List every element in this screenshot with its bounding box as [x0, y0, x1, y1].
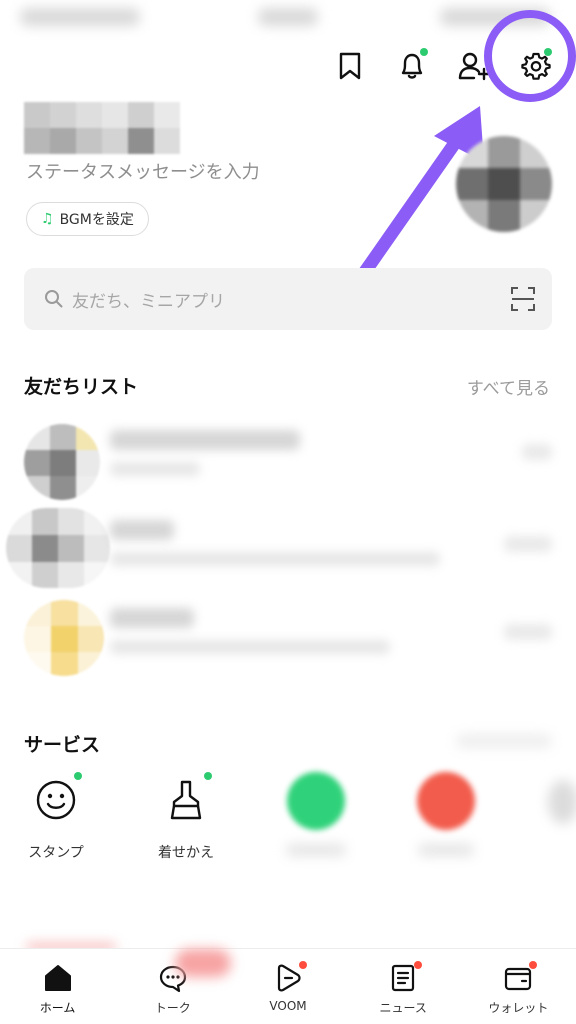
- qr-scan-icon[interactable]: [510, 286, 536, 312]
- profile-avatar[interactable]: [456, 136, 552, 232]
- voom-icon: [277, 964, 301, 992]
- bookmark-button[interactable]: [328, 44, 372, 88]
- notifications-button[interactable]: [390, 44, 434, 88]
- tab-label: VOOM: [269, 999, 307, 1013]
- news-icon: [392, 964, 415, 992]
- tab-wallet[interactable]: ウォレット: [461, 949, 576, 1024]
- services-title: サービス: [24, 734, 101, 756]
- voom-dot: [299, 961, 307, 969]
- services-more-link[interactable]: [456, 734, 552, 748]
- friend-message: [110, 640, 390, 654]
- service-label: スタンプ: [28, 845, 84, 861]
- home-icon: [44, 965, 71, 991]
- search-placeholder: 友だち、ミニアプリ: [72, 291, 225, 312]
- tab-label: ホーム: [39, 1001, 76, 1015]
- service-label: 着せかえ: [158, 845, 214, 861]
- search-bar[interactable]: 友だち、ミニアプリ: [24, 268, 552, 330]
- tab-label: トーク: [154, 1001, 191, 1015]
- search-icon: [45, 290, 63, 308]
- status-message[interactable]: ステータスメッセージを入力: [26, 158, 260, 184]
- friend-name: [110, 520, 174, 540]
- friend-row[interactable]: [0, 416, 576, 504]
- status-bar: [0, 0, 576, 36]
- talk-badge: [175, 949, 232, 977]
- friend-message: [110, 552, 440, 566]
- notification-dot: [420, 48, 428, 56]
- see-all-link[interactable]: すべて見る: [467, 374, 550, 399]
- friends-list-title: 友だちリスト: [24, 376, 139, 398]
- services-row: スタンプ 着せかえ: [0, 768, 576, 878]
- friend-avatar: [24, 424, 100, 500]
- service-dot: [74, 772, 82, 780]
- service-item[interactable]: [266, 768, 366, 856]
- music-note-icon: ♫: [41, 211, 54, 227]
- friend-name: [110, 430, 300, 450]
- service-item[interactable]: [396, 768, 496, 856]
- bookmark-icon: [339, 52, 361, 80]
- friend-meta: [522, 444, 552, 460]
- friend-meta: [504, 536, 552, 552]
- smile-icon: [36, 780, 76, 820]
- tab-home[interactable]: ホーム: [0, 949, 115, 1024]
- friend-row[interactable]: [0, 504, 576, 592]
- friend-avatar: [24, 600, 104, 676]
- bgm-button[interactable]: ♫ BGMを設定: [26, 202, 149, 236]
- tab-label: ウォレット: [488, 1001, 549, 1015]
- tab-news[interactable]: ニュース: [346, 949, 461, 1024]
- brush-icon: [170, 780, 202, 820]
- friend-row[interactable]: [0, 592, 576, 680]
- friend-avatar: [6, 508, 110, 588]
- service-theme[interactable]: 着せかえ: [136, 768, 236, 862]
- tab-talk[interactable]: トーク: [115, 949, 232, 1024]
- friend-message: [110, 462, 200, 476]
- news-dot: [414, 961, 423, 969]
- service-stamp[interactable]: スタンプ: [6, 768, 106, 862]
- service-item[interactable]: [548, 780, 576, 824]
- tab-voom[interactable]: VOOM: [230, 949, 345, 1024]
- bgm-label: BGMを設定: [59, 212, 134, 228]
- bottom-tab-bar: ホーム トーク VOOM ニュース ウォレット: [0, 948, 576, 1024]
- profile-name[interactable]: [24, 102, 180, 154]
- tab-label: ニュース: [379, 1001, 427, 1015]
- service-dot: [204, 772, 212, 780]
- friend-name: [110, 608, 194, 628]
- highlight-ring: [484, 10, 576, 102]
- friend-meta: [504, 624, 552, 640]
- wallet-dot: [529, 961, 538, 969]
